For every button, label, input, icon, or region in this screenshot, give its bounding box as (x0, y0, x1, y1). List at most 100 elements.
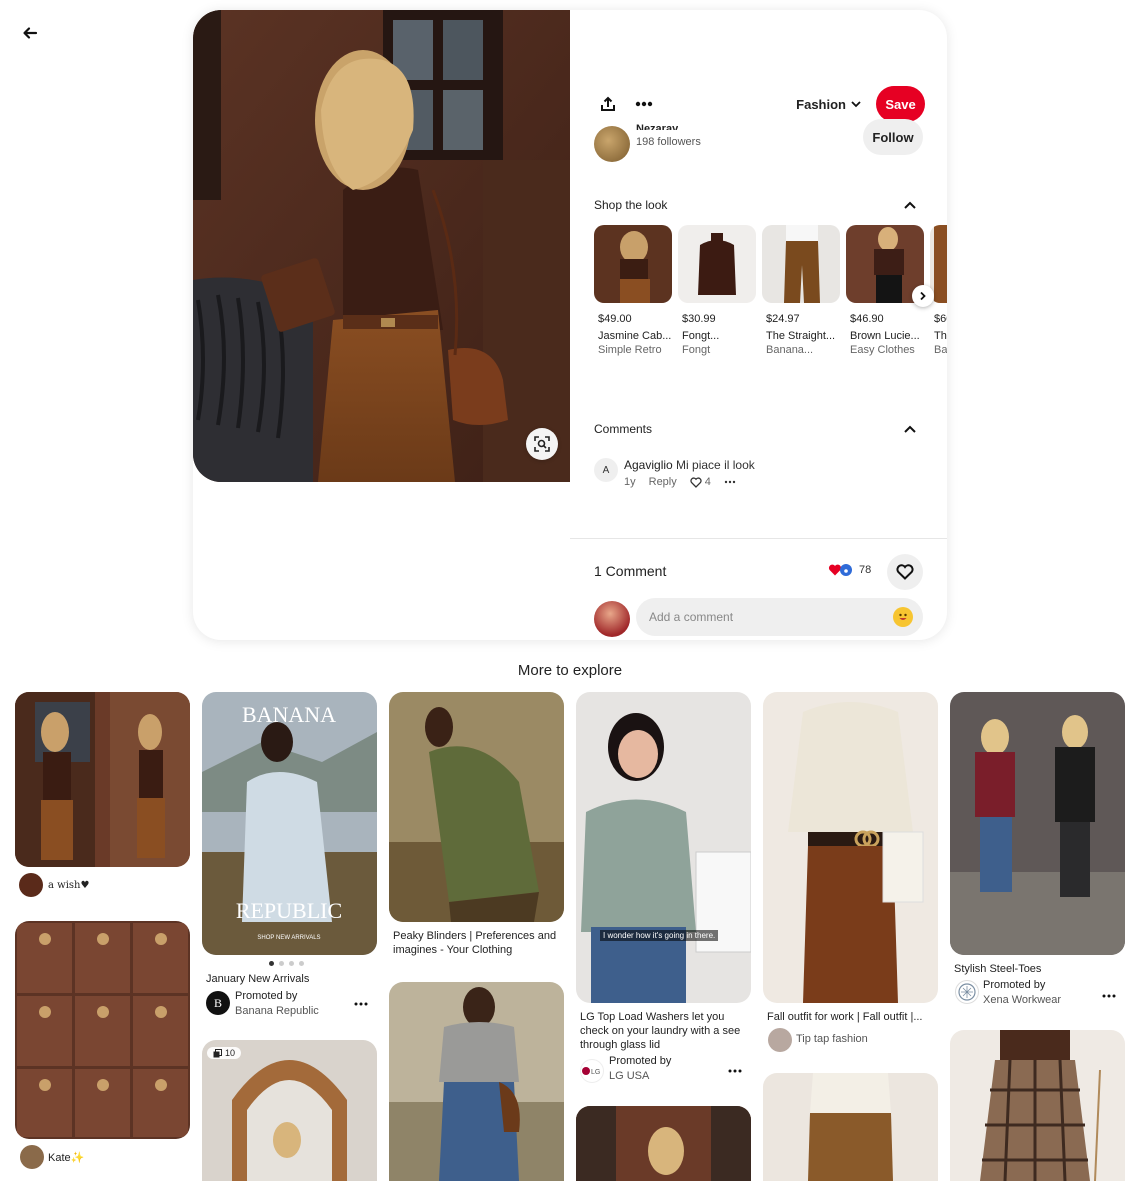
explore-pin[interactable] (576, 1106, 751, 1181)
more-options-button[interactable] (630, 90, 658, 118)
pin-details: Fashion Save Nezarav 198 followers Follo… (570, 10, 947, 640)
pin-more-button[interactable] (354, 993, 368, 1009)
board-select-label: Fashion (796, 96, 846, 112)
pin-more-button[interactable] (728, 1060, 742, 1076)
emoji-icon (899, 613, 907, 620)
explore-pin[interactable] (389, 982, 564, 1181)
ellipsis-icon (728, 1069, 742, 1073)
comment-avatar[interactable]: A (594, 458, 618, 482)
ellipsis-icon[interactable] (724, 480, 736, 484)
multi-image-badge: 10 (207, 1047, 242, 1059)
react-button[interactable] (887, 554, 923, 590)
comment-meta: 1y Reply 4 (624, 476, 736, 488)
comment-age: 1y (624, 476, 636, 488)
shop-item[interactable]: $30.99 Fongt... Fongt (678, 225, 756, 356)
explore-pin-ad[interactable]: I wonder how it's going in there. (576, 692, 751, 1003)
comment-author[interactable]: Agaviglio (624, 458, 673, 472)
svg-text:LG: LG (591, 1069, 600, 1076)
pin-image[interactable] (193, 10, 570, 482)
ad-image-text-bottom: REPUBLIC (236, 898, 342, 923)
advertiser-logo[interactable] (955, 980, 979, 1004)
ellipsis-icon (354, 1002, 368, 1006)
promoted-label: Promoted by (235, 990, 298, 1002)
explore-pin[interactable] (389, 692, 564, 922)
explore-pin[interactable] (763, 1073, 938, 1181)
save-button[interactable]: Save (876, 86, 925, 122)
add-comment-input[interactable]: Add a comment (636, 598, 923, 636)
comments-title: Comments (594, 422, 653, 436)
shop-item[interactable]: $24.97 The Straight... Banana... (762, 225, 840, 356)
share-button[interactable] (594, 90, 622, 118)
advertiser-name[interactable]: Banana Republic (235, 1004, 319, 1018)
shop-item-title: Jasmine Cab... (598, 330, 672, 342)
creator-row: Nezarav 198 followers Follow (594, 119, 923, 164)
emoji-picker-button[interactable] (893, 607, 913, 627)
pin-title[interactable]: Stylish Steel-Toes (954, 962, 1041, 976)
follow-button[interactable]: Follow (863, 119, 923, 155)
pin-user-name[interactable]: Tip tap fashion (796, 1032, 868, 1046)
shop-item-title: Th (934, 330, 947, 342)
pin-more-button[interactable] (1102, 985, 1116, 1001)
multi-image-count: 10 (225, 1048, 236, 1058)
ellipsis-icon (635, 101, 653, 107)
shop-item-image (678, 225, 756, 303)
share-icon (601, 96, 615, 111)
creator-followers: 198 followers (636, 136, 701, 148)
explore-pin-ad[interactable]: BANANA REPUBLIC SHOP NEW ARRIVALS (202, 692, 377, 955)
chevron-down-icon (851, 101, 861, 108)
pin-closeup: Fashion Save Nezarav 198 followers Follo… (193, 10, 947, 640)
advertiser-name[interactable]: LG USA (609, 1069, 649, 1083)
explore-pin[interactable] (15, 692, 190, 867)
carousel-dots (269, 961, 304, 966)
xena-logo (958, 983, 976, 1001)
creator-avatar[interactable] (594, 126, 630, 162)
pin-user-name[interactable]: Kate✨ (48, 1151, 84, 1165)
shop-item-brand: Banana... (766, 344, 814, 356)
explore-pin[interactable] (202, 1040, 377, 1181)
pin-user-name[interactable]: a wish♥ (48, 879, 89, 893)
pin-title[interactable]: Fall outfit for work | Fall outfit |... (767, 1010, 922, 1024)
comment-like-button[interactable]: 4 (690, 476, 711, 488)
pin-user-avatar[interactable] (768, 1028, 792, 1052)
reply-button[interactable]: Reply (649, 476, 677, 488)
pin-user-avatar[interactable] (19, 873, 43, 897)
visual-search-button[interactable] (526, 428, 558, 460)
comment-item: A Agaviglio Mi piace il look 1y Reply 4 (594, 456, 923, 496)
comments-header[interactable]: Comments (594, 422, 917, 436)
explore-pin[interactable] (15, 921, 190, 1139)
comment-body: Mi piace il look (676, 458, 755, 472)
reaction-summary[interactable]: 78 (828, 563, 871, 577)
advertiser-logo[interactable]: B (206, 991, 230, 1015)
explore-pin[interactable] (763, 692, 938, 1003)
chevron-up-icon[interactable] (903, 422, 917, 436)
pin-toolbar: Fashion Save (594, 86, 925, 122)
pin-title[interactable]: January New Arrivals (206, 972, 309, 986)
pin-user-avatar[interactable] (20, 1145, 44, 1169)
chevron-up-icon[interactable] (903, 198, 917, 212)
video-subtitle: I wonder how it's going in there. (600, 930, 719, 941)
shop-item-image (594, 225, 672, 303)
ad-image-text-top: BANANA (242, 702, 336, 727)
advertiser-logo[interactable]: LG (580, 1059, 604, 1083)
shop-item-price: $49.00 (598, 313, 632, 325)
creator-name[interactable]: Nezarav (636, 124, 678, 130)
explore-pin-ad[interactable] (950, 692, 1125, 955)
shop-the-look-header[interactable]: Shop the look (594, 198, 917, 212)
heart-outline-icon (896, 564, 914, 580)
more-to-explore-title: More to explore (517, 662, 623, 679)
shop-item-price: $30.99 (682, 313, 716, 325)
explore-pin[interactable] (950, 1030, 1125, 1181)
lg-logo: LG (582, 1067, 600, 1076)
shop-item-brand: Bai (934, 344, 947, 356)
advertiser-name[interactable]: Xena Workwear (983, 993, 1061, 1007)
pin-title[interactable]: LG Top Load Washers let you check on you… (580, 1010, 748, 1052)
ellipsis-icon (1102, 994, 1116, 998)
carousel-next-button[interactable] (912, 285, 934, 307)
board-select[interactable]: Fashion (796, 97, 862, 112)
back-button[interactable] (14, 17, 46, 49)
shop-item-title: Fongt... (682, 330, 720, 342)
heart-outline-icon (690, 476, 702, 488)
shop-item[interactable]: $49.00 Jasmine Cab... Simple Retro (594, 225, 672, 356)
pin-title[interactable]: Peaky Blinders | Preferences and imagine… (393, 929, 558, 957)
add-comment-placeholder: Add a comment (649, 610, 734, 624)
